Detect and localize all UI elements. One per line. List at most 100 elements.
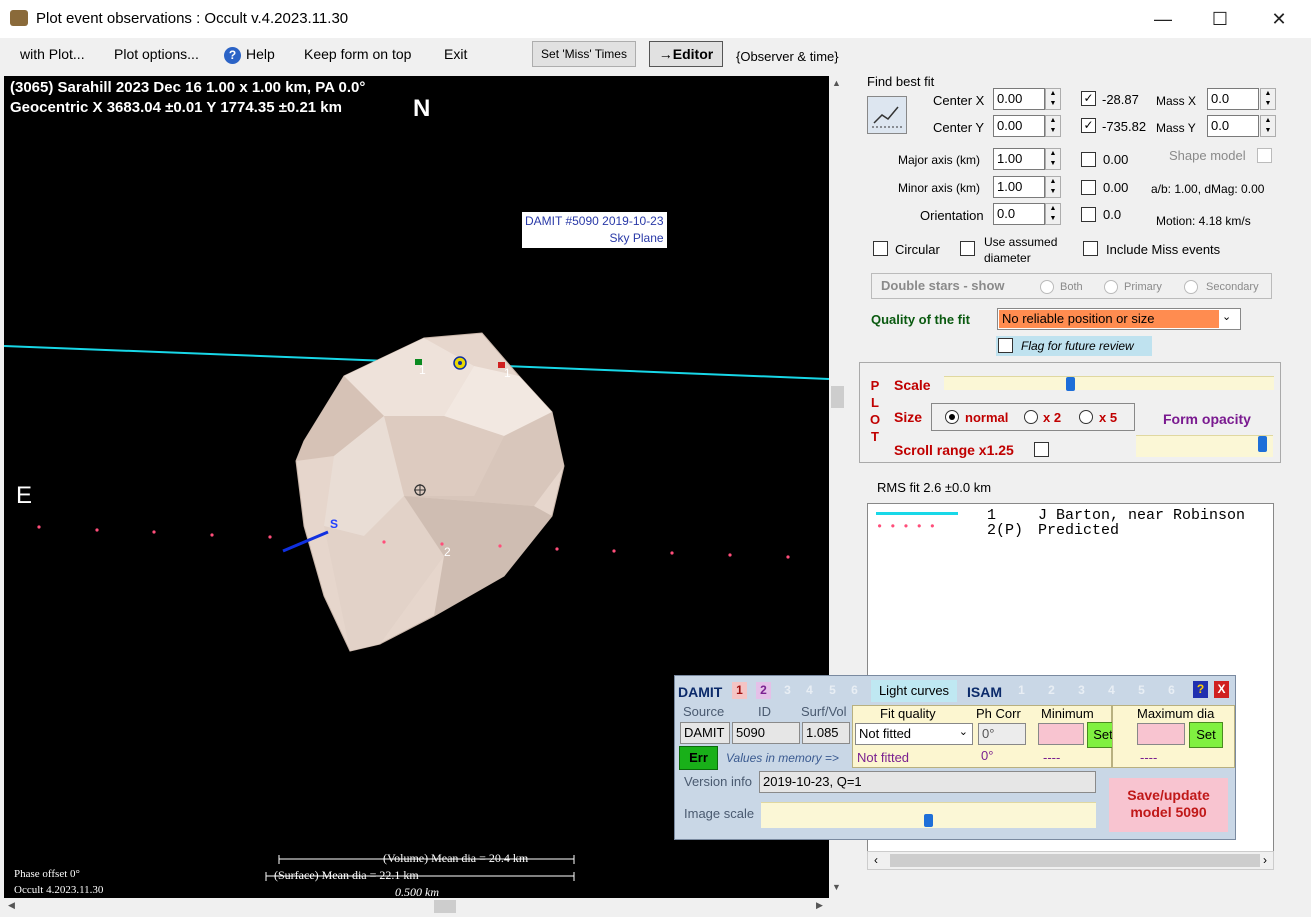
save-update-button[interactable]: Save/update model 5090 (1109, 778, 1228, 832)
chevron-down-icon[interactable]: ⌄ (1222, 310, 1231, 323)
legend-scroll-left-icon[interactable]: ‹ (874, 853, 878, 867)
size-x5-radio[interactable] (1079, 410, 1093, 424)
max-dia-header: Maximum dia (1137, 706, 1215, 721)
observer-time-button[interactable]: {Observer & time} (736, 49, 839, 64)
mass-x-spinner[interactable]: ▲ ▼ (1260, 88, 1276, 110)
scroll-up-icon[interactable]: ▲ (832, 78, 841, 88)
orientation-input[interactable]: 0.0 (993, 203, 1045, 225)
damit-model-6[interactable]: 6 (847, 682, 862, 699)
scale-slider-thumb[interactable] (1066, 377, 1075, 391)
fit-quality-chevron-icon[interactable]: ⌄ (959, 725, 968, 738)
find-best-fit-button[interactable] (867, 96, 907, 134)
help-icon[interactable]: ? (224, 47, 241, 64)
center-x-input[interactable]: 0.00 (993, 88, 1045, 110)
hscroll-thumb[interactable] (434, 900, 456, 913)
fit-quality-select[interactable]: Not fitted ⌄ (855, 723, 973, 745)
legend-hscroll-thumb[interactable] (890, 854, 1260, 867)
max-dia-set-button[interactable]: Set (1189, 722, 1223, 748)
size-normal-radio[interactable] (945, 410, 959, 424)
version-info-field[interactable]: 2019-10-23, Q=1 (759, 771, 1096, 793)
editor-button[interactable]: →Editor (649, 41, 723, 67)
isam-model-4[interactable]: 4 (1104, 682, 1119, 699)
scale-slider[interactable] (944, 376, 1274, 391)
ph-corr-field[interactable]: 0° (978, 723, 1026, 745)
scroll-range-checkbox[interactable] (1034, 442, 1049, 457)
damit-model-4[interactable]: 4 (802, 682, 817, 699)
center-x-checkbox[interactable]: ✓ (1081, 91, 1096, 106)
s-label: S (330, 517, 339, 531)
center-y-checkbox[interactable]: ✓ (1081, 118, 1096, 133)
quality-label: Quality of the fit (871, 312, 970, 327)
center-x-spinner[interactable]: ▲ ▼ (1045, 88, 1061, 110)
isam-model-2[interactable]: 2 (1044, 682, 1059, 699)
mass-x-input[interactable]: 0.0 (1207, 88, 1259, 110)
damit-model-2[interactable]: 2 (756, 682, 771, 699)
isam-model-3[interactable]: 3 (1074, 682, 1089, 699)
max-dia-field[interactable] (1137, 723, 1185, 745)
orientation-checkbox[interactable] (1081, 207, 1096, 222)
isam-model-5[interactable]: 5 (1134, 682, 1149, 699)
center-y-input[interactable]: 0.00 (993, 115, 1045, 137)
damit-model-1[interactable]: 1 (732, 682, 747, 699)
scroll-right-icon[interactable]: ▶ (816, 900, 823, 911)
plot-hscroll[interactable]: ◀ ▶ (4, 898, 829, 915)
major-axis-spinner[interactable]: ▲ ▼ (1045, 148, 1061, 170)
center-y-spinner[interactable]: ▲ ▼ (1045, 115, 1061, 137)
help-button[interactable]: ? (1193, 681, 1208, 698)
plot-controls-group: P L O T Scale Size normal x 2 x 5 Form o… (859, 362, 1281, 463)
primary-radio[interactable] (1104, 280, 1118, 294)
scroll-left-icon[interactable]: ◀ (8, 900, 15, 911)
secondary-radio[interactable] (1184, 280, 1198, 294)
close-button[interactable]: ✕ (1256, 0, 1302, 38)
source-field[interactable]: DAMIT (680, 722, 730, 744)
minor-axis-checkbox[interactable] (1081, 180, 1096, 195)
maximize-button[interactable]: ☐ (1197, 0, 1243, 38)
include-miss-checkbox[interactable] (1083, 241, 1098, 256)
size-x2-radio[interactable] (1024, 410, 1038, 424)
scroll-down-icon[interactable]: ▼ (832, 882, 841, 892)
mass-y-label: Mass Y (1156, 121, 1196, 135)
isam-model-1[interactable]: 1 (1014, 682, 1029, 699)
legend-scroll-right-icon[interactable]: › (1263, 853, 1267, 867)
vscroll-thumb[interactable] (831, 386, 844, 408)
chord1-line-east (505, 365, 829, 380)
minor-axis-label: Minor axis (km) (898, 181, 981, 195)
form-opacity-slider-thumb[interactable] (1258, 436, 1267, 452)
minor-axis-input[interactable]: 1.00 (993, 176, 1045, 198)
legend-hscroll[interactable]: ‹ › (867, 851, 1274, 870)
both-radio[interactable] (1040, 280, 1054, 294)
mass-y-spinner[interactable]: ▲ ▼ (1260, 115, 1276, 137)
minor-axis-spinner[interactable]: ▲ ▼ (1045, 176, 1061, 198)
menu-keep-on-top[interactable]: Keep form on top (304, 46, 411, 62)
flag-future-checkbox[interactable] (998, 338, 1013, 353)
damit-model-5[interactable]: 5 (825, 682, 840, 699)
menu-exit[interactable]: Exit (444, 46, 467, 62)
id-field[interactable]: 5090 (732, 722, 800, 744)
image-scale-slider-thumb[interactable] (924, 814, 933, 827)
menu-with-plot[interactable]: with Plot... (20, 46, 85, 62)
quality-select[interactable]: No reliable position or size ⌄ (997, 308, 1241, 330)
circular-checkbox[interactable] (873, 241, 888, 256)
form-opacity-slider[interactable] (1136, 435, 1273, 457)
shape-model-checkbox[interactable] (1257, 148, 1272, 163)
damit-model-3[interactable]: 3 (780, 682, 795, 699)
close-damit-button[interactable]: X (1214, 681, 1229, 698)
image-scale-slider[interactable] (761, 802, 1096, 828)
set-miss-times-button[interactable]: Set 'Miss' Times (532, 41, 636, 67)
major-axis-checkbox[interactable] (1081, 152, 1096, 167)
orientation-spinner[interactable]: ▲ ▼ (1045, 203, 1061, 225)
minimize-button[interactable]: — (1140, 0, 1186, 38)
surfvol-field[interactable]: 1.085 (802, 722, 850, 744)
err-button[interactable]: Err (679, 746, 718, 770)
mass-y-input[interactable]: 0.0 (1207, 115, 1259, 137)
light-curves-button[interactable]: Light curves (871, 680, 957, 702)
isam-model-6[interactable]: 6 (1164, 682, 1179, 699)
plot-letter-p: P (870, 378, 880, 393)
quality-value: No reliable position or size (999, 310, 1219, 328)
legend-line-1 (876, 512, 958, 515)
menu-help[interactable]: Help (246, 46, 275, 62)
major-axis-input[interactable]: 1.00 (993, 148, 1045, 170)
use-assumed-checkbox[interactable] (960, 241, 975, 256)
min-dia-field[interactable] (1038, 723, 1084, 745)
menu-plot-options[interactable]: Plot options... (114, 46, 199, 62)
